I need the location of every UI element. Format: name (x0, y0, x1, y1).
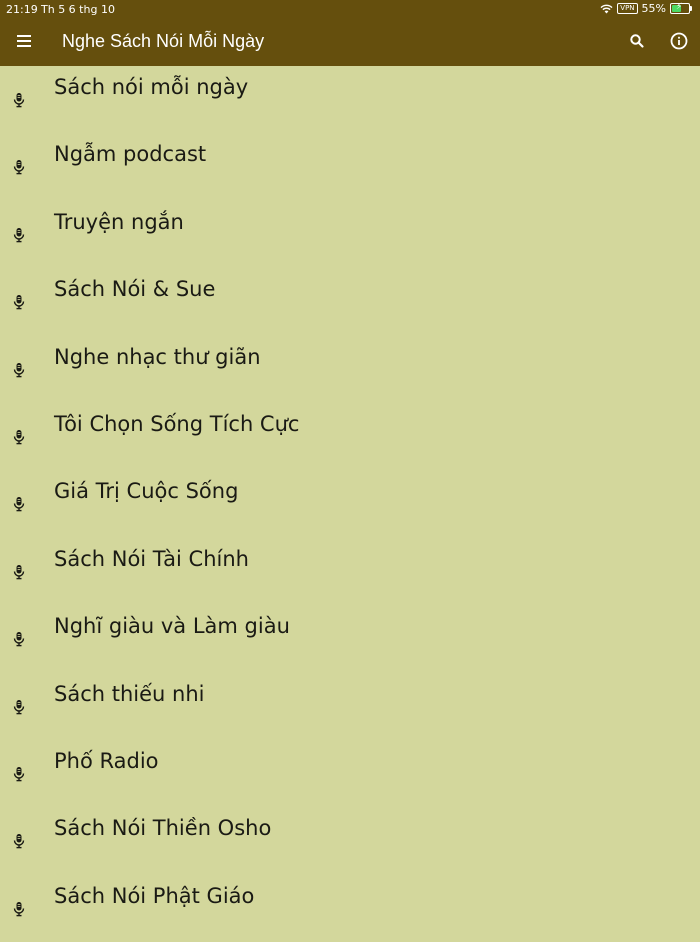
list-item-label: Sách Nói Phật Giáo (54, 883, 255, 908)
list-item-label: Ngẫm podcast (54, 142, 207, 167)
charging-icon: ⚡ (676, 2, 683, 12)
wifi-icon (600, 4, 613, 13)
channel-list: Sách nói mỗi ngày Ngẫm podcast Truyện ngắn… (0, 66, 700, 942)
app-bar: Nghe Sách Nói Mỗi Ngày (0, 18, 700, 66)
list-item[interactable]: Nghĩ giàu và Làm giàu (0, 605, 700, 672)
vpn-badge: VPN (617, 3, 638, 14)
list-item-label: Phố Radio (54, 748, 159, 773)
microphone-icon (11, 631, 27, 647)
list-item[interactable]: Phố Radio (0, 740, 700, 807)
microphone-icon (11, 227, 27, 243)
menu-icon-line (17, 35, 31, 37)
list-item-label: Sách Nói Tài Chính (54, 546, 249, 571)
list-item-label: Nghe nhạc thư giãn (54, 344, 261, 369)
menu-button[interactable] (14, 32, 34, 52)
status-date: Th 5 6 thg 10 (41, 3, 115, 16)
menu-icon-line (17, 45, 31, 47)
page-title: Nghe Sách Nói Mỗi Ngày (62, 31, 265, 51)
list-item[interactable]: Sách Nói Phật Giáo (0, 875, 700, 942)
microphone-icon (11, 766, 27, 782)
list-item-label: Sách nói mỗi ngày (54, 75, 249, 99)
search-icon (630, 34, 644, 48)
microphone-icon (11, 901, 27, 917)
list-item[interactable]: Sách nói mỗi ngày (0, 66, 700, 133)
info-icon (670, 32, 688, 50)
battery-percent: 55% (641, 2, 666, 15)
list-item-label: Sách thiếu nhi (54, 681, 205, 706)
status-time: 21:19 (6, 3, 38, 16)
list-item[interactable]: Tôi Chọn Sống Tích Cực (0, 403, 700, 470)
battery-icon: ⚡ (670, 2, 692, 14)
list-item[interactable]: Sách Nói & Sue (0, 268, 700, 335)
status-bar: 21:19 Th 5 6 thg 10 VPN 55% ⚡ (0, 0, 700, 18)
microphone-icon (11, 564, 27, 580)
list-item-label: Nghĩ giàu và Làm giàu (54, 614, 290, 639)
list-item-label: Truyện ngắn (54, 209, 184, 234)
microphone-icon (11, 92, 27, 108)
status-indicators: VPN 55% ⚡ (600, 2, 692, 15)
list-item-label: Sách Nói Thiền Osho (54, 816, 272, 841)
microphone-icon (11, 699, 27, 715)
microphone-icon (11, 159, 27, 175)
list-item[interactable]: Sách thiếu nhi (0, 673, 700, 740)
microphone-icon (11, 429, 27, 445)
microphone-icon (11, 496, 27, 512)
search-button[interactable] (626, 30, 648, 52)
list-item[interactable]: Ngẫm podcast (0, 133, 700, 200)
info-button[interactable] (668, 30, 690, 52)
list-item[interactable]: Sách Nói Thiền Osho (0, 807, 700, 874)
list-item[interactable]: Nghe nhạc thư giãn (0, 336, 700, 403)
microphone-icon (11, 833, 27, 849)
microphone-icon (11, 362, 27, 378)
menu-icon-line (17, 40, 31, 42)
list-item[interactable]: Giá Trị Cuộc Sống (0, 470, 700, 537)
list-item-label: Tôi Chọn Sống Tích Cực (54, 411, 300, 436)
list-item-label: Sách Nói & Sue (54, 277, 216, 302)
list-item[interactable]: Sách Nói Tài Chính (0, 538, 700, 605)
list-item-label: Giá Trị Cuộc Sống (54, 479, 239, 504)
list-item[interactable]: Truyện ngắn (0, 201, 700, 268)
microphone-icon (11, 294, 27, 310)
